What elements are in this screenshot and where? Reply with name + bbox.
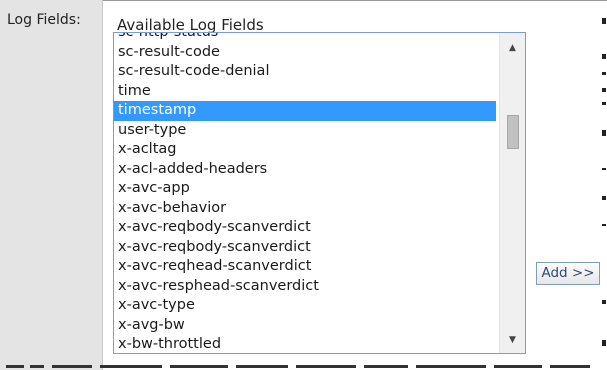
- list-item[interactable]: x-avc-reqhead-scanverdict: [114, 257, 496, 277]
- list-item[interactable]: x-avc-reqbody-scanverdict: [114, 218, 496, 238]
- scroll-down-arrow-icon[interactable]: ▼: [500, 331, 525, 349]
- cropped-mark: [602, 130, 606, 136]
- listbox-scrollbar[interactable]: ▲ ▼: [499, 33, 525, 353]
- list-items: sc-http-status sc-result-code sc-result-co…: [114, 33, 496, 353]
- list-item[interactable]: user-type: [114, 121, 496, 141]
- scroll-up-arrow-icon[interactable]: ▲: [500, 39, 525, 57]
- log-fields-label: Log Fields:: [7, 12, 81, 28]
- list-item[interactable]: timestamp: [114, 101, 496, 121]
- cropped-mark: [602, 224, 606, 226]
- list-item[interactable]: x-avc-reqbody-scanverdict: [114, 238, 496, 258]
- cropped-bottom-content: [0, 364, 607, 370]
- cropped-mark: [602, 168, 606, 170]
- list-item[interactable]: sc-result-code: [114, 43, 496, 63]
- list-item[interactable]: sc-http-status: [114, 33, 496, 43]
- cropped-mark: [602, 88, 606, 92]
- cropped-mark: [602, 300, 606, 304]
- cropped-mark: [602, 54, 606, 59]
- list-item[interactable]: x-avg-bw: [114, 316, 496, 336]
- list-item[interactable]: x-avc-resphead-scanverdict: [114, 277, 496, 297]
- list-item[interactable]: x-acltag: [114, 140, 496, 160]
- add-button[interactable]: Add >>: [536, 262, 600, 285]
- cropped-mark: [602, 18, 606, 24]
- list-item[interactable]: time: [114, 82, 496, 102]
- log-fields-form: Log Fields: Available Log Fields sc-http…: [0, 0, 607, 370]
- list-item[interactable]: x-avc-app: [114, 179, 496, 199]
- list-item[interactable]: x-acl-added-headers: [114, 160, 496, 180]
- list-item[interactable]: x-bw-throttled: [114, 335, 496, 353]
- list-item[interactable]: sc-result-code-denial: [114, 62, 496, 82]
- list-item[interactable]: x-avc-behavior: [114, 199, 496, 219]
- cropped-right-content: [602, 0, 607, 370]
- available-log-fields-listbox[interactable]: sc-http-status sc-result-code sc-result-co…: [113, 32, 526, 354]
- label-cell: Log Fields:: [0, 0, 103, 370]
- list-item[interactable]: x-avc-type: [114, 296, 496, 316]
- cropped-mark: [602, 72, 606, 75]
- cropped-mark: [602, 196, 606, 200]
- scroll-thumb[interactable]: [507, 115, 519, 149]
- cropped-mark: [602, 102, 606, 105]
- cropped-mark: [602, 340, 606, 346]
